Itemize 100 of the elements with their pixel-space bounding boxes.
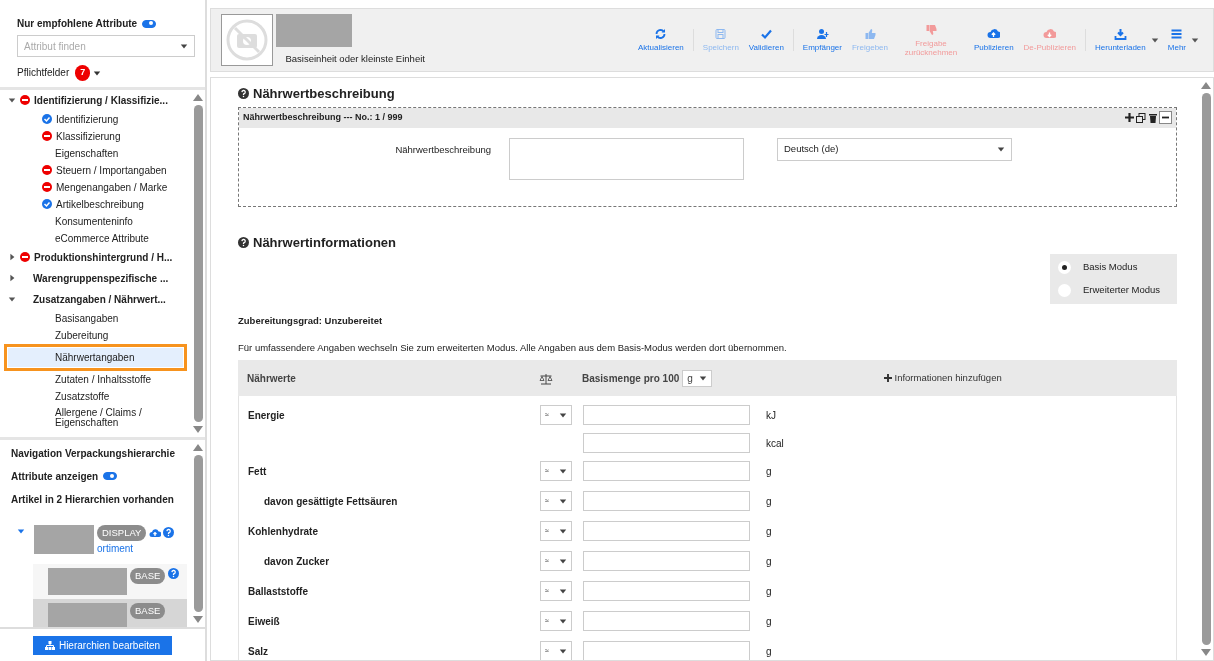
value-input[interactable] (583, 461, 750, 481)
cloud-upload-icon (148, 527, 161, 538)
plus-icon[interactable] (1124, 113, 1134, 122)
menu-button[interactable]: Mehr (1162, 28, 1191, 52)
column-header: Nährwerte (247, 372, 296, 384)
check-circle-icon (42, 199, 52, 209)
scroll-up-button[interactable] (1201, 82, 1211, 89)
tree-item[interactable]: Allergene / Claims / Eigenschaften (8, 404, 191, 431)
scroll-up-button[interactable] (193, 93, 203, 101)
help-icon (238, 88, 249, 100)
user-button[interactable]: Empfänger (797, 28, 847, 52)
error-icon (42, 182, 52, 192)
scroll-up-button[interactable] (193, 443, 203, 451)
tree-group[interactable]: Zusatzangaben / Nährwert... (8, 288, 191, 310)
tree-item[interactable]: Zusatzstoffe (8, 387, 191, 405)
unit-label: g (766, 585, 772, 597)
hierarchy-node[interactable]: DISPLAY ortiment (11, 524, 187, 556)
radio-button[interactable] (1058, 260, 1071, 274)
expand-caret-icon[interactable] (17, 526, 25, 535)
caret-icon (559, 467, 567, 475)
value-input[interactable] (583, 551, 750, 571)
menu-icon (1170, 28, 1184, 40)
block-title: Nährwertbeschreibung --- No.: 1 / 999 (243, 110, 403, 124)
scroll-down-button[interactable] (1201, 649, 1211, 656)
upload-button[interactable]: Publizieren (969, 28, 1019, 52)
refresh-icon (654, 28, 668, 40)
placeholder-text: Attribut finden (24, 39, 86, 54)
check-circle-icon (42, 114, 52, 124)
unit-select[interactable]: g (682, 369, 712, 387)
nutrient-name: davon Zucker (264, 555, 330, 567)
column-header: Basismenge pro 100 (582, 371, 680, 386)
count-badge: 7 (75, 65, 91, 81)
toggle-switch[interactable] (142, 19, 157, 28)
tree-item[interactable]: Mengenangaben / Marke (8, 178, 191, 196)
tree-item[interactable]: eCommerce Attribute (8, 229, 191, 247)
unit-label: g (766, 525, 772, 537)
caret-icon (698, 374, 707, 382)
help-icon (168, 567, 180, 579)
add-user-icon (815, 28, 829, 40)
value-input[interactable] (583, 521, 750, 541)
value-input[interactable] (583, 433, 750, 453)
tree-item[interactable]: Zutaten / Inhaltsstoffe (8, 370, 191, 388)
caret-icon (559, 617, 567, 625)
thumbs-down-icon (924, 23, 938, 36)
scrollbar-thumb[interactable] (193, 104, 203, 422)
tree-group[interactable]: Identifizierung / Klassifizie... (8, 89, 191, 111)
toggle-switch[interactable] (103, 472, 118, 480)
trash-icon[interactable] (1148, 112, 1157, 123)
edit-hierarchies-button[interactable]: Hierarchien bearbeiten (32, 635, 173, 655)
nutrient-name: Eiweiß (248, 615, 280, 627)
hint-text: Für umfassendere Angaben wechseln Sie zum erweiterten Modus. Alle Angaben aus dem Basis-Modus werden dort übernommen. (238, 341, 787, 353)
tree-item[interactable]: Zubereitung (8, 326, 191, 344)
caret-icon (8, 274, 16, 282)
unit-label: g (766, 615, 772, 627)
error-icon (42, 165, 52, 175)
redaction-bar (34, 524, 94, 554)
scrollbar-thumb[interactable] (193, 454, 203, 612)
dropdown-caret-icon[interactable] (1191, 36, 1199, 44)
hierarchy-link[interactable]: ortiment (97, 540, 175, 556)
tree-item[interactable]: Eigenschaften (8, 144, 191, 162)
download-button[interactable]: Herunterladen (1090, 28, 1151, 52)
error-icon (20, 252, 30, 262)
caret-icon[interactable] (93, 68, 102, 77)
tree-item[interactable]: Identifizierung (8, 110, 191, 128)
product-subtitle: Basiseinheit oder kleinste Einheit (285, 51, 425, 66)
radio-label: Basis Modus (1083, 260, 1138, 274)
scroll-down-button[interactable] (193, 616, 203, 623)
panel-title: Navigation Verpackungshierarchie (11, 447, 175, 459)
scroll-down-button[interactable] (193, 425, 203, 433)
copy-icon[interactable] (1136, 112, 1146, 123)
value-input[interactable] (583, 491, 750, 511)
section-title: Nährwertbeschreibung (253, 85, 395, 103)
field-label: Nährwertbeschreibung (394, 142, 491, 157)
nutrient-name: Kohlenhydrate (248, 525, 318, 537)
caret-icon (8, 253, 16, 261)
value-input[interactable] (583, 405, 750, 425)
tree-item[interactable]: Steuern / Importangaben (8, 161, 191, 179)
tree-item[interactable]: Klassifizierung (8, 127, 191, 145)
scrollbar-thumb[interactable] (1201, 93, 1211, 645)
add-info-button[interactable]: Informationen hinzufügen (884, 370, 1002, 386)
radio-label: Erweiterter Modus (1083, 283, 1161, 298)
refresh-button[interactable]: Aktualisieren (633, 28, 689, 52)
tree-item[interactable]: Konsumenteninfo (8, 212, 191, 230)
tree-item[interactable]: Artikelbeschreibung (8, 195, 191, 213)
dropdown-caret-icon[interactable] (1150, 36, 1159, 44)
check-button[interactable]: Validieren (743, 28, 789, 52)
value-input[interactable] (583, 581, 750, 601)
sitemap-icon (44, 640, 55, 650)
section-title: Nährwertinformationen (253, 233, 396, 252)
error-icon (20, 95, 30, 105)
summary-text: Artikel in 2 Hierarchien vorhanden (11, 493, 174, 505)
collapse-icon[interactable] (1159, 111, 1172, 124)
caret-icon (997, 145, 1005, 153)
tree-group[interactable]: Produktionshintergrund / H... (8, 246, 191, 268)
tree-group[interactable]: Warengruppenspezifische ... (8, 267, 191, 289)
value-input[interactable] (583, 641, 750, 660)
language-select[interactable]: Deutsch (de) (777, 137, 1012, 161)
unit-label: kJ (766, 409, 776, 421)
value-input[interactable] (583, 611, 750, 631)
tree-item[interactable]: Basisangaben (8, 309, 191, 327)
